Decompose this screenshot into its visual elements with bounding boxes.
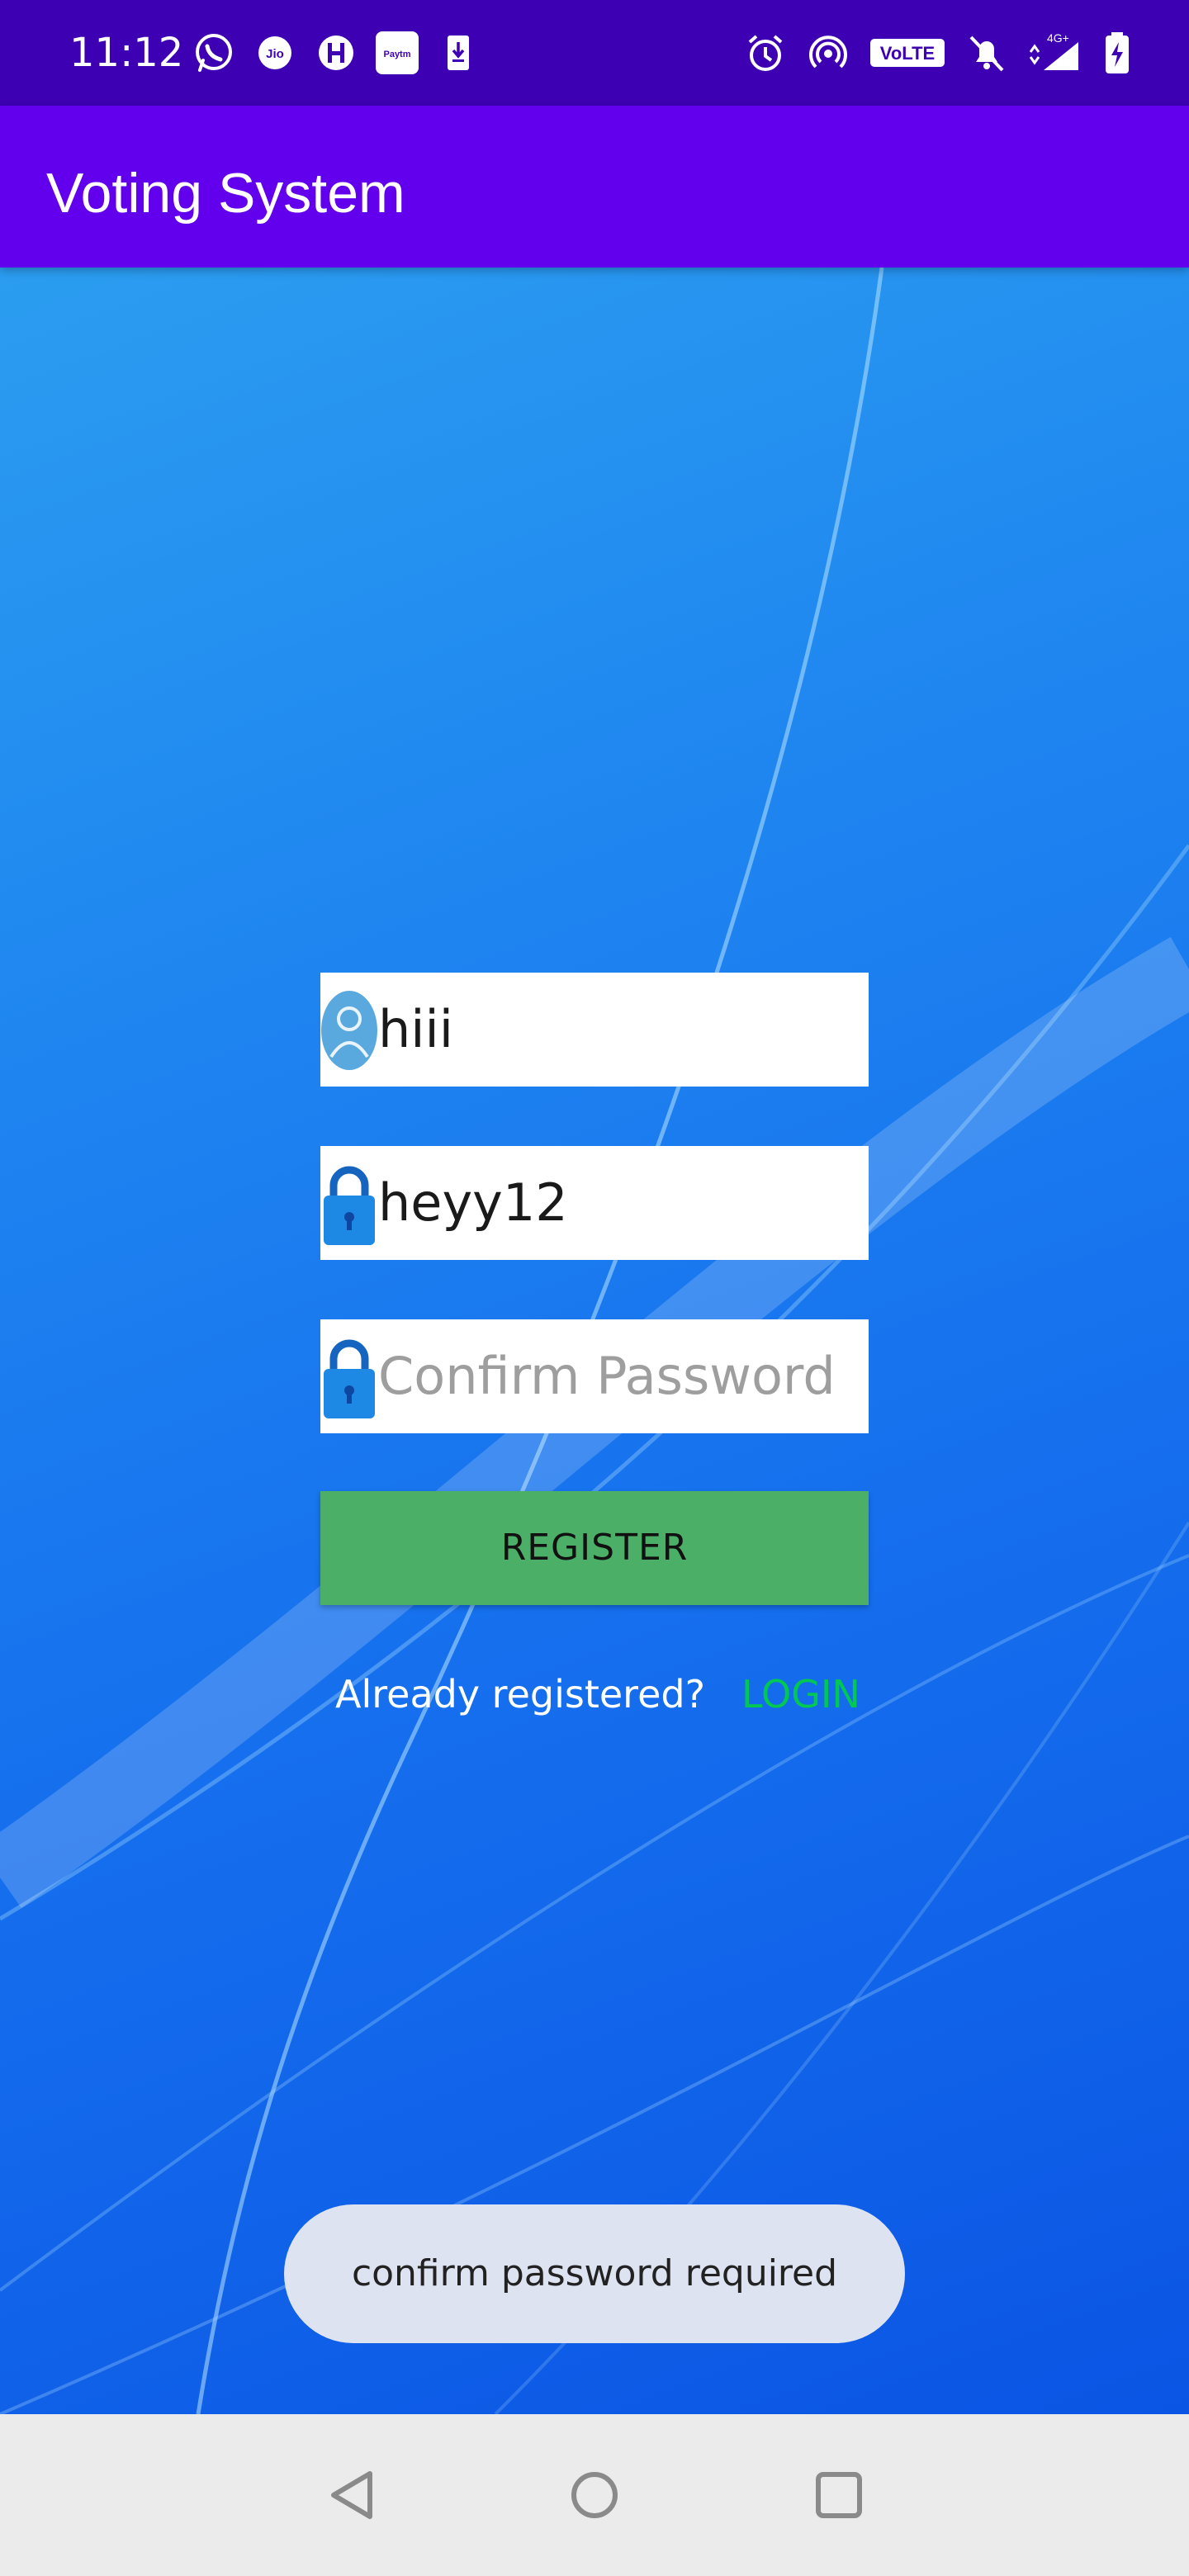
volte-label: VoLTE (880, 43, 935, 64)
home-icon[interactable] (561, 2462, 628, 2528)
back-icon[interactable] (319, 2462, 385, 2528)
username-field[interactable]: hiii (320, 973, 869, 1087)
login-link[interactable]: LOGIN (741, 1669, 860, 1719)
recents-icon[interactable] (806, 2462, 872, 2528)
alarm-icon (743, 31, 788, 75)
app-bar: Voting System (0, 106, 1189, 268)
navigation-bar (0, 2414, 1189, 2576)
lock-icon (320, 1334, 378, 1420)
whatsapp-icon (192, 31, 236, 75)
app-title: Voting System (46, 162, 405, 225)
battery-charging-icon (1103, 31, 1131, 75)
hike-icon (314, 31, 358, 75)
notification-icons: Jio Paytm (192, 30, 481, 76)
paytm-icon: Paytm (375, 31, 419, 75)
volte-icon: VoLTE (869, 31, 946, 75)
hotspot-icon (806, 31, 850, 75)
status-time: 11:12 (69, 30, 184, 76)
confirm-password-field[interactable]: Confirm Password (320, 1319, 869, 1433)
password-field[interactable]: heyy12 (320, 1146, 869, 1260)
toast-message: confirm password required (284, 2204, 905, 2343)
register-button[interactable]: REGISTER (320, 1491, 869, 1605)
jio-label: Jio (266, 47, 284, 61)
paytm-label: Paytm (383, 50, 410, 59)
system-icons: VoLTE 4G+ (743, 30, 1131, 76)
password-value: heyy12 (378, 1172, 568, 1233)
mute-icon (964, 31, 1009, 75)
lock-icon (320, 1161, 378, 1247)
confirm-password-placeholder: Confirm Password (378, 1346, 836, 1406)
jio-icon: Jio (253, 31, 297, 75)
user-icon (320, 987, 378, 1073)
signal-4g-icon: 4G+ (1027, 31, 1085, 75)
status-bar: 11:12 Jio Paytm VoLTE 4G+ (0, 0, 1189, 106)
network-label: 4G+ (1047, 31, 1069, 45)
download-icon (436, 31, 481, 75)
username-value: hiii (378, 999, 453, 1059)
already-registered-text: Already registered? (335, 1672, 705, 1717)
